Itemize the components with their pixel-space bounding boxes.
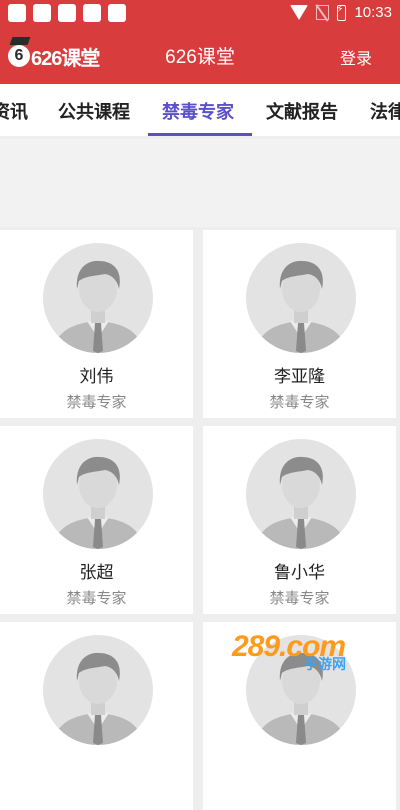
- expert-card[interactable]: 刘伟 禁毒专家: [0, 230, 193, 418]
- avatar: [43, 439, 153, 549]
- tab-news[interactable]: 资讯: [0, 98, 28, 124]
- battery-charging-icon: [336, 4, 347, 21]
- expert-name: 刘伟: [79, 367, 114, 386]
- tab-law[interactable]: 法律: [370, 98, 400, 124]
- notification-icon: [108, 4, 126, 22]
- expert-role: 禁毒专家: [66, 394, 127, 411]
- avatar: [246, 439, 356, 549]
- category-tabs: 资讯 公共课程 禁毒专家 文献报告 法律: [0, 84, 400, 136]
- status-indicators: 10:33: [290, 4, 392, 21]
- expert-card[interactable]: 鲁小华 禁毒专家: [203, 426, 396, 614]
- person-silhouette-icon: [53, 456, 143, 549]
- expert-name: 张超: [79, 563, 114, 582]
- status-time: 10:33: [354, 4, 392, 21]
- expert-card[interactable]: 李亚隆 禁毒专家: [203, 230, 396, 418]
- person-silhouette-icon: [53, 260, 143, 353]
- app-bar: 6 626课堂 626课堂 登录: [0, 28, 400, 84]
- person-silhouette-icon: [256, 456, 346, 549]
- notification-icon: [83, 4, 101, 22]
- person-silhouette-icon: [53, 652, 143, 745]
- avatar: [246, 243, 356, 353]
- notification-icon: [33, 4, 51, 22]
- expert-role: 禁毒专家: [66, 590, 127, 607]
- avatar: [43, 635, 153, 745]
- no-signal-icon: [316, 5, 330, 20]
- tab-literature-reports[interactable]: 文献报告: [266, 98, 338, 124]
- expert-card[interactable]: 张超 禁毒专家: [0, 426, 193, 614]
- notification-icon: [8, 4, 26, 22]
- notification-icon: [58, 4, 76, 22]
- wifi-icon: [290, 5, 309, 20]
- expert-role: 禁毒专家: [269, 394, 330, 411]
- expert-role: 禁毒专家: [269, 590, 330, 607]
- status-bar: 10:33: [0, 0, 400, 28]
- person-silhouette-icon: [256, 260, 346, 353]
- login-button[interactable]: 登录: [340, 45, 372, 69]
- watermark: 289.com 手游网: [232, 630, 382, 675]
- active-tab-indicator: [148, 133, 252, 136]
- tab-antidrug-experts[interactable]: 禁毒专家: [162, 98, 234, 124]
- banner-area[interactable]: [0, 139, 400, 227]
- avatar: [43, 243, 153, 353]
- notification-icons: [8, 4, 126, 22]
- expert-name: 李亚隆: [274, 367, 325, 386]
- expert-name: 鲁小华: [274, 563, 325, 582]
- watermark-sub: 手游网: [304, 656, 346, 672]
- tab-public-courses[interactable]: 公共课程: [58, 98, 130, 124]
- expert-card[interactable]: [0, 622, 193, 810]
